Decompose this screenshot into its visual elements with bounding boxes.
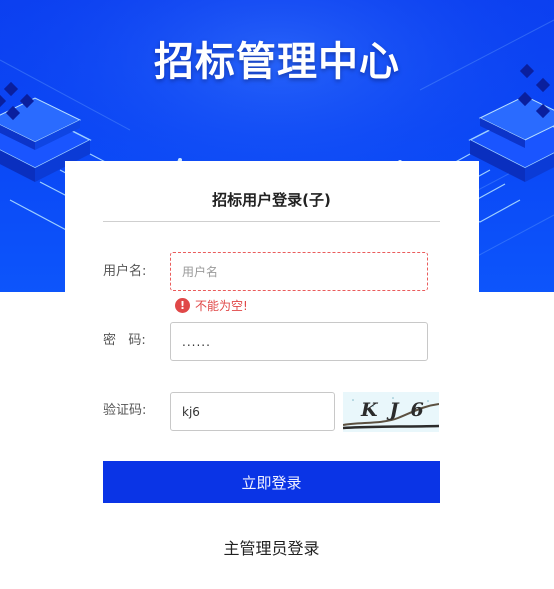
- admin-login-link[interactable]: 主管理员登录: [103, 535, 440, 559]
- login-card: 招标用户登录(子) 用户名: ! 不能为空! 密 码: 验证码: KJ6 立即登…: [65, 161, 479, 589]
- exclamation-circle-icon: !: [175, 297, 190, 313]
- username-input[interactable]: [170, 252, 428, 291]
- password-input[interactable]: [170, 322, 428, 361]
- captcha-image[interactable]: KJ6: [343, 392, 439, 432]
- captcha-label: 验证码:: [103, 403, 147, 418]
- title-divider: [103, 221, 440, 222]
- password-label: 密 码:: [103, 333, 146, 348]
- login-title: 招标用户登录(子): [212, 191, 331, 209]
- captcha-text: KJ6: [361, 399, 436, 421]
- captcha-input[interactable]: [170, 392, 335, 431]
- page-title: 招标管理中心: [154, 39, 400, 85]
- username-label: 用户名:: [103, 264, 147, 279]
- login-button[interactable]: 立即登录: [103, 461, 440, 503]
- username-error: ! 不能为空!: [175, 296, 248, 314]
- error-message: 不能为空!: [195, 298, 248, 313]
